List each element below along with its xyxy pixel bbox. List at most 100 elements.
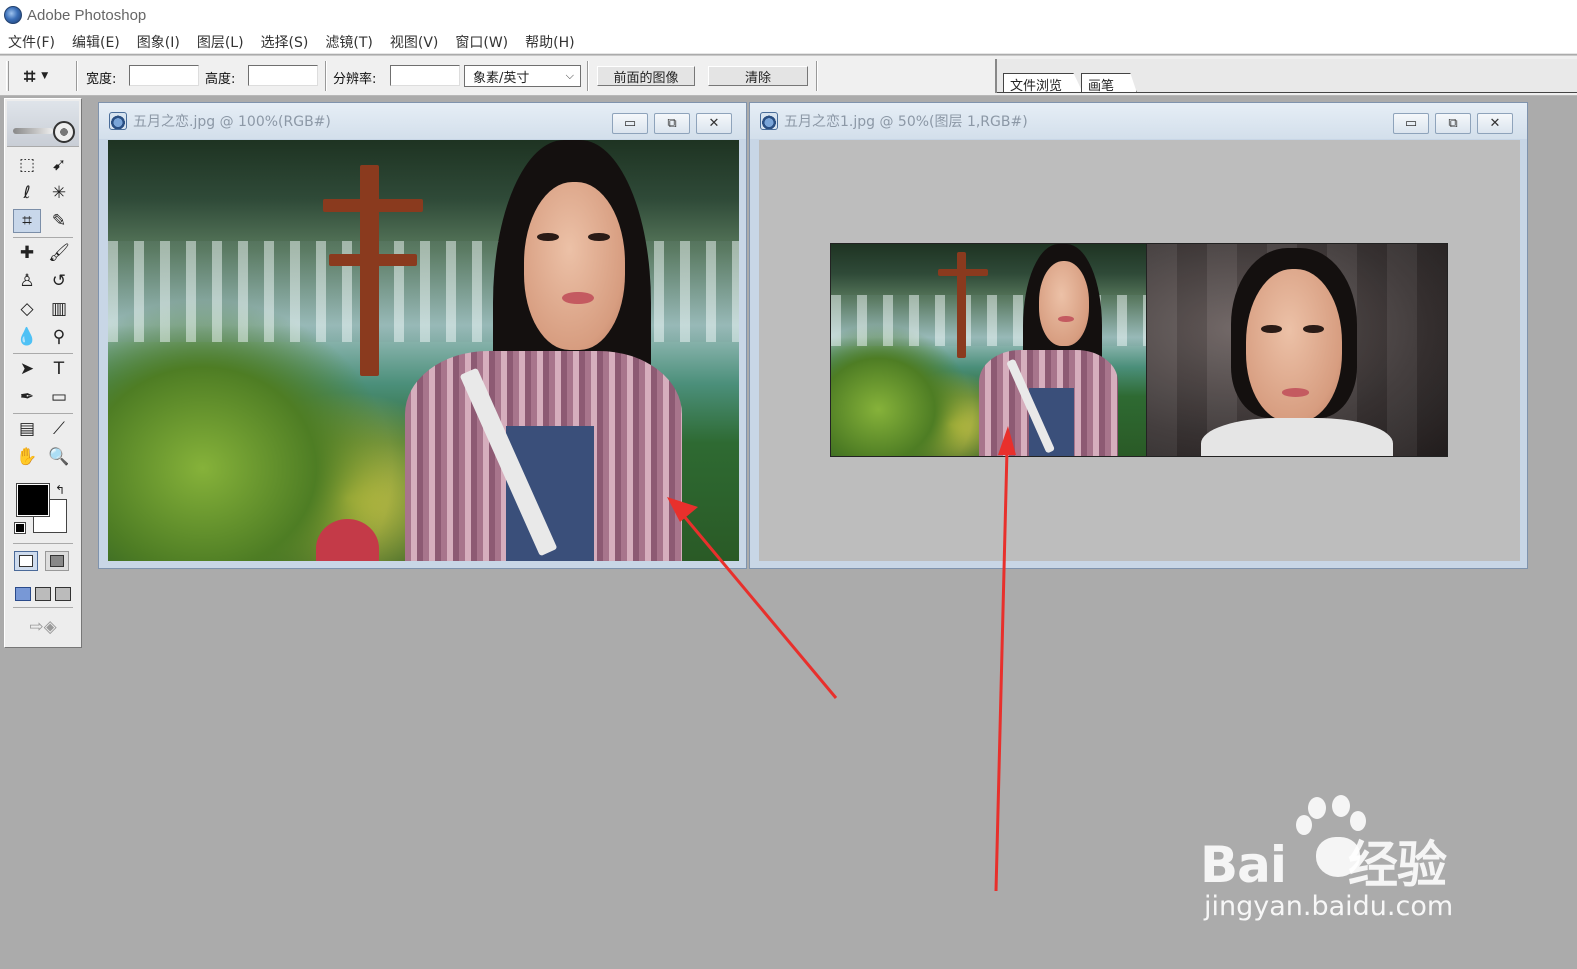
type-tool-icon[interactable]: T — [45, 357, 73, 381]
full-screen-mode-button[interactable] — [55, 587, 71, 601]
gradient-icon[interactable]: ▥ — [45, 297, 73, 321]
document-canvas[interactable] — [759, 140, 1520, 561]
resolution-label: 分辨率: — [333, 72, 377, 87]
document-window-2: 五月之恋1.jpg @ 50%(图层 1,RGB#) ▭ ⧉ ✕ — [749, 102, 1528, 569]
minimize-icon: ▭ — [623, 116, 637, 131]
slice-tool-icon[interactable]: ✎ — [45, 209, 73, 233]
history-brush-icon[interactable]: ↺ — [45, 269, 73, 293]
watermark-brand: Bai — [1200, 836, 1287, 894]
standard-screen-mode-button[interactable] — [15, 587, 31, 601]
toolbox-divider — [13, 353, 73, 354]
document-window-1: 五月之恋.jpg @ 100%(RGB#) ▭ ⧉ ✕ — [98, 102, 747, 569]
photoshop-logo-icon — [4, 6, 22, 24]
close-button[interactable]: ✕ — [696, 113, 732, 134]
menu-bar: 文件(F) 编辑(E) 图象(I) 图层(L) 选择(S) 滤镜(T) 视图(V… — [0, 30, 1577, 54]
width-label: 宽度: — [86, 72, 117, 87]
toolbox: ⬚ ➹ ℓ ✳ ⌗ ✎ ✚ 🖌 ♙ ↺ ◇ ▥ 💧 ⚲ ➤ T ✒ ▭ ▤ ⟋ … — [4, 98, 82, 648]
dodge-icon[interactable]: ⚲ — [45, 325, 73, 349]
options-bar: ⌗ ▼ 宽度: 高度: 分辨率: 象素/英寸 ⌵ 前面的图像 清除 文件浏览 画… — [0, 55, 1577, 96]
document-titlebar[interactable]: 五月之恋.jpg @ 100%(RGB#) — [99, 103, 746, 139]
hand-tool-icon[interactable]: ✋ — [13, 445, 41, 469]
document-icon — [109, 112, 127, 130]
tool-preset-picker[interactable]: ⌗ ▼ — [24, 65, 68, 87]
height-input[interactable] — [248, 65, 318, 86]
eyedropper-icon[interactable]: ⟋ — [45, 417, 73, 441]
document-icon — [760, 112, 778, 130]
zoom-tool-icon[interactable]: 🔍 — [45, 445, 73, 469]
menu-window[interactable]: 窗口(W) — [455, 32, 508, 52]
resolution-unit-value: 象素/英寸 — [473, 70, 530, 86]
width-input[interactable] — [129, 65, 199, 86]
tab-file-browser[interactable]: 文件浏览 — [1003, 73, 1083, 93]
toolbox-divider — [13, 607, 73, 608]
options-divider — [816, 61, 818, 91]
menu-view[interactable]: 视图(V) — [390, 32, 439, 52]
pen-tool-icon[interactable]: ✒ — [13, 385, 41, 409]
minimize-icon: ▭ — [1404, 116, 1418, 131]
options-divider — [587, 61, 589, 91]
toolbox-divider — [13, 543, 73, 544]
options-divider — [76, 61, 78, 91]
crop-tool-icon[interactable]: ⌗ — [13, 209, 41, 233]
brush-icon[interactable]: 🖌 — [45, 241, 73, 265]
blur-drop-icon[interactable]: 💧 — [13, 325, 41, 349]
document-canvas[interactable] — [108, 140, 739, 561]
front-image-button[interactable]: 前面的图像 — [597, 66, 695, 86]
standard-mode-button[interactable] — [14, 551, 38, 571]
palette-well-baseline — [997, 92, 1577, 93]
full-screen-menu-mode-button[interactable] — [35, 587, 51, 601]
menu-image[interactable]: 图象(I) — [137, 32, 180, 52]
clone-stamp-icon[interactable]: ♙ — [13, 269, 41, 293]
options-divider — [325, 61, 327, 91]
lasso-icon[interactable]: ℓ — [13, 181, 41, 205]
document-title: 五月之恋1.jpg @ 50%(图层 1,RGB#) — [784, 114, 1028, 130]
close-button[interactable]: ✕ — [1477, 113, 1513, 134]
minimize-button[interactable]: ▭ — [612, 113, 648, 134]
move-tool-icon[interactable]: ➹ — [45, 153, 73, 177]
height-label: 高度: — [205, 72, 236, 87]
quick-mask-button[interactable] — [45, 551, 69, 571]
menu-filter[interactable]: 滤镜(T) — [325, 32, 372, 52]
palette-well: 文件浏览 画笔 — [995, 59, 1577, 93]
default-colors-icon[interactable] — [14, 522, 26, 534]
chevron-down-icon: ▼ — [41, 71, 49, 81]
restore-icon: ⧉ — [667, 116, 677, 131]
tab-brushes[interactable]: 画笔 — [1081, 73, 1137, 93]
eye-logo-icon — [53, 121, 75, 143]
menu-help[interactable]: 帮助(H) — [525, 32, 574, 52]
close-icon: ✕ — [1489, 116, 1501, 131]
clear-button[interactable]: 清除 — [708, 66, 808, 86]
standard-mode-icon — [19, 555, 33, 567]
resolution-unit-select[interactable]: 象素/英寸 ⌵ — [464, 65, 581, 87]
restore-button[interactable]: ⧉ — [1435, 113, 1471, 134]
minimize-button[interactable]: ▭ — [1393, 113, 1429, 134]
photo-girl-garden-thumb — [831, 244, 1146, 456]
toolbox-divider — [13, 413, 73, 414]
swap-colors-icon[interactable]: ↰ — [55, 483, 65, 497]
watermark-brand-suffix: 经验 — [1348, 836, 1447, 894]
menu-layer[interactable]: 图层(L) — [197, 32, 244, 52]
menu-select[interactable]: 选择(S) — [261, 32, 309, 52]
jump-to-imageready-icon[interactable]: ⇨◈ — [17, 615, 69, 639]
restore-button[interactable]: ⧉ — [654, 113, 690, 134]
chevron-down-icon: ⌵ — [565, 69, 574, 82]
notes-icon[interactable]: ▤ — [13, 417, 41, 441]
photo-girl-garden — [108, 140, 739, 561]
composite-image-layer[interactable] — [830, 243, 1448, 457]
path-selection-icon[interactable]: ➤ — [13, 357, 41, 381]
eraser-icon[interactable]: ◇ — [13, 297, 41, 321]
rectangle-shape-icon[interactable]: ▭ — [45, 385, 73, 409]
foreground-color-swatch[interactable] — [16, 483, 50, 517]
menu-edit[interactable]: 编辑(E) — [72, 32, 120, 52]
healing-brush-icon[interactable]: ✚ — [13, 241, 41, 265]
magic-wand-icon[interactable]: ✳ — [45, 181, 73, 205]
app-titlebar: Adobe Photoshop — [0, 0, 1577, 30]
options-bar-grip[interactable] — [6, 61, 9, 91]
document-title: 五月之恋.jpg @ 100%(RGB#) — [133, 114, 331, 130]
paw-print-icon — [1308, 797, 1326, 819]
quick-mask-icon — [50, 555, 64, 567]
rectangular-marquee-icon[interactable]: ⬚ — [13, 153, 41, 177]
menu-file[interactable]: 文件(F) — [8, 32, 55, 52]
resolution-input[interactable] — [390, 65, 460, 86]
toolbox-header[interactable] — [7, 101, 79, 147]
